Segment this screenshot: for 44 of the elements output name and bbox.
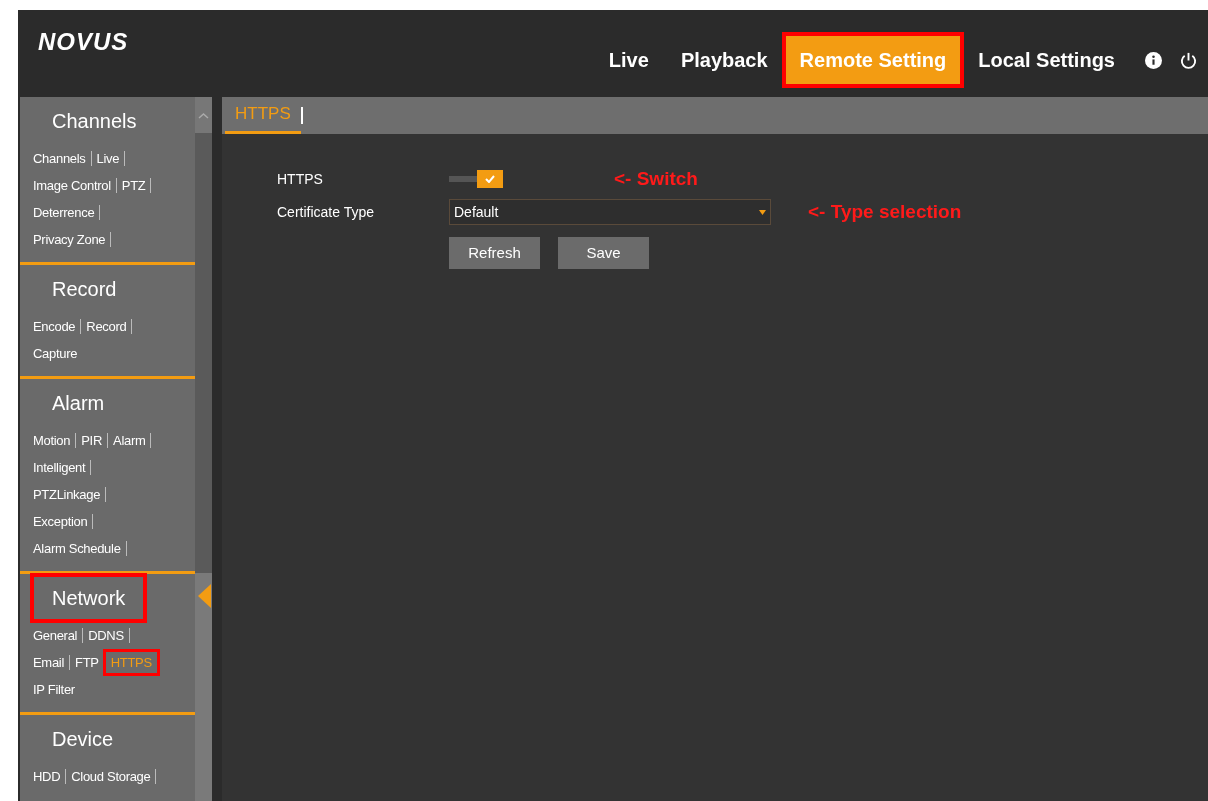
sidebar-link[interactable]: Cloud Storage [71, 766, 151, 787]
logo: NOVUS [38, 27, 129, 57]
scrollbar[interactable] [195, 97, 212, 801]
sidebar-link[interactable]: IP Filter [33, 679, 75, 700]
field-label: Certificate Type [277, 202, 375, 222]
nav-tab[interactable]: Live [594, 36, 663, 84]
sidebar-link[interactable]: Motion [33, 430, 71, 451]
sidebar-heading[interactable]: Alarm [52, 388, 105, 418]
sidebar-link[interactable]: DDNS [88, 625, 124, 646]
action-button[interactable]: Refresh [449, 237, 540, 269]
sidebar-link[interactable]: Privacy Zone [33, 229, 106, 250]
sidebar-link[interactable]: Intelligent [33, 457, 86, 478]
action-button[interactable]: Save [558, 237, 649, 269]
sidebar-link[interactable]: PTZ [121, 175, 146, 196]
sidebar-link[interactable]: Alarm Schedule [33, 538, 121, 559]
sidebar-link[interactable]: Image Control [33, 175, 111, 196]
sidebar-link[interactable]: Alarm [113, 430, 146, 451]
caret-icon [759, 209, 766, 215]
sidebar-heading[interactable]: Record [52, 274, 117, 304]
toggle-switch[interactable] [449, 170, 503, 188]
sidebar-link[interactable]: Live [96, 148, 120, 169]
annotation-text: <- Switch [614, 166, 698, 191]
sidebar-link[interactable]: Exception [33, 511, 88, 532]
select-field[interactable]: Default [449, 199, 771, 225]
sidebar-link[interactable]: Email [33, 652, 64, 673]
sidebar-link[interactable]: Channels [33, 148, 86, 169]
sidebar-link[interactable]: PTZLinkage [33, 484, 101, 505]
check-icon [485, 175, 495, 183]
power-icon[interactable] [1179, 50, 1198, 70]
sidebar-link[interactable]: FTP [75, 652, 99, 673]
sidebar-link[interactable]: Record [86, 316, 127, 337]
info-icon[interactable] [1145, 51, 1162, 69]
sidebar-link[interactable]: General [33, 625, 78, 646]
annotation-text: <- Type selection [808, 199, 962, 224]
sidebar-link[interactable]: HDD [33, 766, 61, 787]
nav-tab[interactable]: Local Settings [964, 36, 1129, 84]
sidebar-link[interactable]: PIR [81, 430, 102, 451]
sidebar-heading[interactable]: Device [52, 724, 114, 754]
sidebar-link[interactable]: Capture [33, 343, 78, 364]
sidebar-heading[interactable]: Channels [52, 106, 137, 136]
sidebar-link[interactable]: Encode [33, 316, 76, 337]
nav-tab[interactable]: Playback [666, 36, 782, 84]
field-label: HTTPS [277, 169, 324, 189]
sidebar-link[interactable]: Deterrence [33, 202, 95, 223]
